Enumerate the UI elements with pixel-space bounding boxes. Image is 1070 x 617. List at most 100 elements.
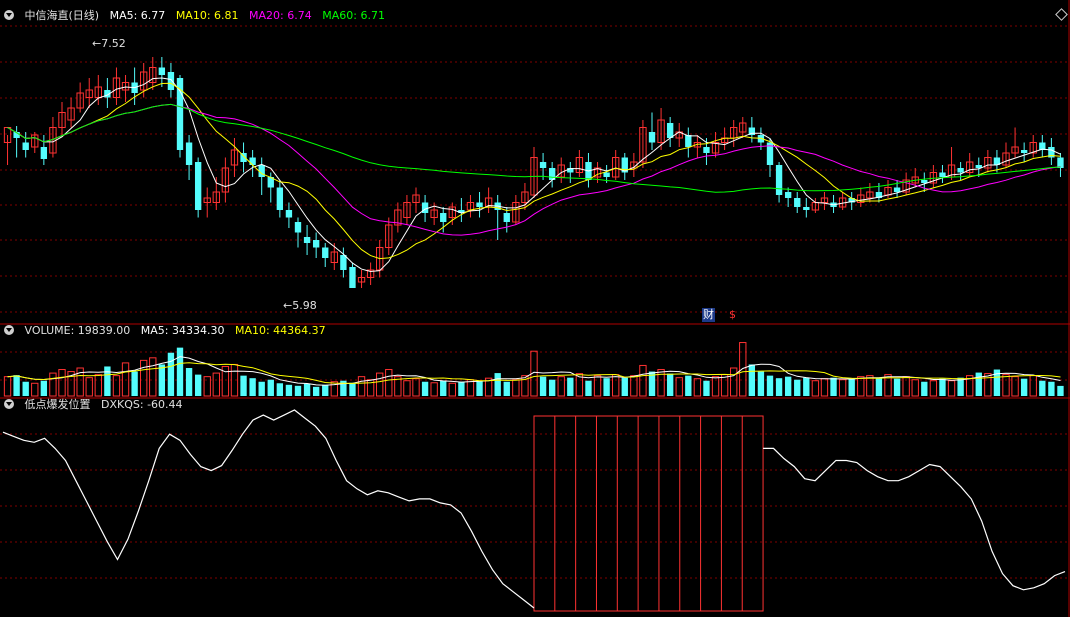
volume-bar xyxy=(322,384,329,396)
candle-body-down xyxy=(703,147,710,153)
volume-bar xyxy=(430,382,438,397)
volume-bar xyxy=(612,374,620,397)
volume-bar xyxy=(421,381,429,396)
indicator-header: 低点爆发位置 DXKQS: -60.44 xyxy=(0,396,1070,414)
volume-value: VOLUME: 19839.00 xyxy=(24,324,131,337)
volume-bar xyxy=(1057,385,1064,396)
candle-body-down xyxy=(40,147,48,159)
finance-marker[interactable]: 财 xyxy=(702,308,715,322)
volume-bar xyxy=(1048,381,1055,396)
low-price-label: ←5.98 xyxy=(283,299,317,312)
volume-bar xyxy=(312,386,320,396)
candle-body-down xyxy=(1020,150,1028,153)
volume-bar xyxy=(803,377,810,396)
volume-bar xyxy=(104,366,111,396)
volume-bar xyxy=(539,376,547,396)
volume-bar xyxy=(921,381,928,396)
grid-lines xyxy=(0,0,1070,617)
ma60-value: MA60: 6.71 xyxy=(322,9,385,22)
volume-bar xyxy=(267,379,274,396)
pane-menu-icon[interactable] xyxy=(4,399,14,409)
candle-body-down xyxy=(503,213,510,222)
volume-bar xyxy=(158,364,166,396)
candle-body-down xyxy=(440,213,447,222)
volume-bar xyxy=(848,378,855,396)
dividend-marker[interactable]: $ xyxy=(729,308,736,322)
volume-bar xyxy=(739,342,747,397)
volume-bar xyxy=(49,372,57,397)
pane-menu-icon[interactable] xyxy=(4,10,14,20)
volume-bar xyxy=(630,375,638,397)
volume-bar xyxy=(639,364,647,397)
volume-bar xyxy=(748,364,756,396)
volume-bar xyxy=(766,375,774,396)
volume-bar xyxy=(567,377,574,396)
candle-body-down xyxy=(775,165,783,195)
candle-body-down xyxy=(322,247,329,258)
price-header: 中信海直(日线) MA5: 6.77 MA10: 6.81 MA20: 6.74… xyxy=(0,7,1070,25)
volume-bar xyxy=(258,381,265,396)
volume-bar xyxy=(939,378,946,396)
candle-body-down xyxy=(539,162,547,168)
signal-box xyxy=(533,415,764,612)
candle-body-down xyxy=(794,198,801,207)
volume-bar xyxy=(58,369,66,397)
volume-bar xyxy=(730,367,738,397)
ma10-value: MA10: 6.81 xyxy=(175,9,239,22)
volume-pane xyxy=(3,342,1064,397)
candle-body-down xyxy=(158,67,166,75)
volume-bar xyxy=(703,380,710,396)
volume-bar xyxy=(285,384,293,396)
volume-bar xyxy=(13,375,20,396)
volume-bar xyxy=(458,381,465,396)
candle-body-down xyxy=(22,142,29,150)
high-price-label: ←7.52 xyxy=(92,37,126,50)
volume-bar xyxy=(276,383,284,396)
volume-bar xyxy=(794,379,801,396)
volume-bar xyxy=(140,359,148,397)
volume-bar xyxy=(349,382,356,396)
volume-bar xyxy=(775,378,783,396)
chart-canvas xyxy=(0,0,1070,617)
volume-bar xyxy=(1039,380,1046,396)
volume-bar xyxy=(693,378,702,397)
volume-bar xyxy=(212,372,220,397)
volume-bar xyxy=(240,375,247,396)
volume-bar xyxy=(22,381,29,396)
volume-bar xyxy=(893,378,901,396)
volume-ma5: MA5: 34334.30 xyxy=(140,324,225,337)
volume-bar xyxy=(838,379,847,397)
volume-bar xyxy=(975,372,982,396)
volume-bar xyxy=(131,371,138,396)
volume-ma10: MA10: 44364.37 xyxy=(234,324,326,337)
volume-bar xyxy=(875,377,883,396)
volume-bar xyxy=(929,380,938,397)
volume-bar xyxy=(403,380,411,397)
candle-body-down xyxy=(603,172,610,177)
candle-body-down xyxy=(194,162,202,210)
candle-body-down xyxy=(185,142,193,165)
volume-bar xyxy=(94,374,102,397)
volume-bar xyxy=(40,380,48,396)
volume-bar xyxy=(685,375,692,396)
dxkqs-line xyxy=(763,447,1066,591)
candle-body-down xyxy=(249,157,256,165)
volume-bar xyxy=(830,377,837,396)
volume-bar xyxy=(185,368,193,396)
volume-bar xyxy=(621,377,628,396)
candle-body-down xyxy=(285,210,293,218)
volume-bar xyxy=(303,383,311,396)
candle-body-down xyxy=(476,202,483,207)
volume-bar xyxy=(448,382,456,397)
candle-body-down xyxy=(921,180,928,183)
volume-bar xyxy=(412,378,420,397)
pane-menu-icon[interactable] xyxy=(4,325,14,335)
ma20-value: MA20: 6.74 xyxy=(249,9,312,22)
volume-bar xyxy=(911,379,919,397)
candle-body-down xyxy=(784,192,792,198)
candle-body-down xyxy=(666,123,674,138)
volume-bar xyxy=(1002,374,1010,397)
volume-bar xyxy=(194,374,202,396)
indicator-pane xyxy=(2,409,1066,612)
volume-bar xyxy=(666,373,674,396)
